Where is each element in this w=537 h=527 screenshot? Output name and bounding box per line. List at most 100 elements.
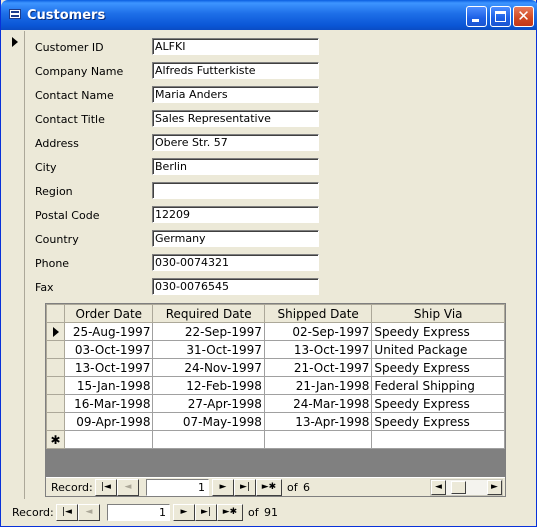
order-date-cell[interactable]: 25-Aug-1997 bbox=[64, 322, 154, 341]
scroll-right-icon: ► bbox=[491, 482, 498, 492]
row-selector[interactable] bbox=[46, 376, 66, 395]
region-field[interactable] bbox=[152, 182, 319, 199]
shipped-date-cell[interactable]: 13-Oct-1997 bbox=[263, 340, 373, 359]
column-header-order-date[interactable]: Order Date bbox=[64, 304, 154, 323]
customer-id-field[interactable]: ALFKI bbox=[152, 38, 319, 55]
scrollbar-thumb[interactable] bbox=[451, 481, 466, 494]
ship-via-cell[interactable]: Speedy Express bbox=[371, 412, 505, 431]
ship-via-cell[interactable]: United Package bbox=[371, 340, 505, 359]
contact-name-label: Contact Name bbox=[35, 89, 114, 102]
shipped-date-cell[interactable]: 02-Sep-1997 bbox=[263, 322, 373, 341]
last-record-icon: ►| bbox=[240, 482, 250, 492]
table-row[interactable]: 03-Oct-1997 31-Oct-1997 13-Oct-1997 Unit… bbox=[46, 340, 505, 359]
new-record-row[interactable]: ✱ bbox=[46, 430, 505, 449]
ship-via-cell[interactable]: Federal Shipping bbox=[371, 376, 505, 395]
orders-subform[interactable]: Order Date Required Date Shipped Date Sh… bbox=[45, 303, 506, 497]
table-row[interactable]: 16-Mar-1998 27-Apr-1998 24-Mar-1998 Spee… bbox=[46, 394, 505, 413]
new-row-selector[interactable]: ✱ bbox=[46, 430, 66, 449]
phone-field[interactable]: 030-0074321 bbox=[152, 254, 319, 271]
contact-title-field[interactable]: Sales Representative bbox=[152, 110, 319, 127]
company-name-field[interactable]: Alfreds Futterkiste bbox=[152, 62, 319, 79]
current-row-arrow-icon bbox=[53, 327, 59, 337]
current-record-arrow-icon bbox=[12, 37, 18, 47]
row-selector[interactable] bbox=[46, 322, 66, 341]
scroll-right-button[interactable]: ► bbox=[487, 480, 502, 495]
main-record-total: 91 bbox=[264, 506, 278, 519]
form-icon[interactable] bbox=[9, 9, 21, 19]
new-ship-via-cell[interactable] bbox=[371, 430, 505, 449]
required-date-cell[interactable]: 31-Oct-1997 bbox=[152, 340, 265, 359]
postal-code-field[interactable]: 12209 bbox=[152, 206, 319, 223]
fax-field[interactable]: 030-0076545 bbox=[152, 278, 319, 295]
row-selector[interactable] bbox=[46, 340, 66, 359]
order-date-cell[interactable]: 13-Oct-1997 bbox=[64, 358, 154, 377]
scroll-left-button[interactable]: ◄ bbox=[431, 480, 446, 495]
required-date-cell[interactable]: 27-Apr-1998 bbox=[152, 394, 265, 413]
required-date-cell[interactable]: 12-Feb-1998 bbox=[152, 376, 265, 395]
main-new-record-button[interactable]: ►✱ bbox=[217, 504, 243, 521]
record-selector[interactable] bbox=[5, 31, 25, 499]
column-header-shipped-date[interactable]: Shipped Date bbox=[263, 304, 373, 323]
subform-last-record-button[interactable]: ►| bbox=[234, 479, 256, 496]
subform-record-label: Record: bbox=[51, 481, 93, 494]
table-row[interactable]: 15-Jan-1998 12-Feb-1998 21-Jan-1998 Fede… bbox=[46, 376, 505, 395]
order-date-cell[interactable]: 15-Jan-1998 bbox=[64, 376, 154, 395]
row-selector[interactable] bbox=[46, 412, 66, 431]
required-date-cell[interactable]: 22-Sep-1997 bbox=[152, 322, 265, 341]
shipped-date-cell[interactable]: 24-Mar-1998 bbox=[263, 394, 373, 413]
subform-first-record-button[interactable]: |◄ bbox=[95, 479, 117, 496]
main-record-number-input[interactable]: 1 bbox=[107, 504, 170, 521]
maximize-button[interactable] bbox=[490, 6, 511, 27]
address-field[interactable]: Obere Str. 57 bbox=[152, 134, 319, 151]
city-field[interactable]: Berlin bbox=[152, 158, 319, 175]
column-header-required-date[interactable]: Required Date bbox=[152, 304, 265, 323]
ship-via-cell[interactable]: Speedy Express bbox=[371, 358, 505, 377]
customers-window: Customers ✕ Customer ID ALFKI Company Na… bbox=[0, 0, 537, 527]
row-selector[interactable] bbox=[46, 394, 66, 413]
subform-of-label: of bbox=[287, 481, 298, 494]
subform-new-record-button[interactable]: ►✱ bbox=[256, 479, 282, 496]
main-navigation-bar: Record: |◄ ◄ 1 ► ►| ►✱ of 91 bbox=[5, 503, 534, 523]
subform-previous-record-button[interactable]: ◄ bbox=[117, 479, 139, 496]
main-record-label: Record: bbox=[12, 506, 54, 519]
first-record-icon: |◄ bbox=[101, 482, 111, 492]
order-date-cell[interactable]: 09-Apr-1998 bbox=[64, 412, 154, 431]
shipped-date-cell[interactable]: 21-Oct-1997 bbox=[263, 358, 373, 377]
new-record-icon: ✱ bbox=[50, 432, 61, 447]
order-date-cell[interactable]: 16-Mar-1998 bbox=[64, 394, 154, 413]
fax-label: Fax bbox=[35, 281, 54, 294]
contact-title-label: Contact Title bbox=[35, 113, 105, 126]
table-row[interactable]: 25-Aug-1997 22-Sep-1997 02-Sep-1997 Spee… bbox=[46, 322, 505, 341]
minimize-button[interactable] bbox=[466, 6, 487, 27]
main-first-record-button[interactable]: |◄ bbox=[56, 504, 78, 521]
new-required-date-cell[interactable] bbox=[152, 430, 265, 449]
phone-label: Phone bbox=[35, 257, 70, 270]
main-previous-record-button[interactable]: ◄ bbox=[78, 504, 100, 521]
shipped-date-cell[interactable]: 13-Apr-1998 bbox=[263, 412, 373, 431]
new-shipped-date-cell[interactable] bbox=[263, 430, 373, 449]
ship-via-cell[interactable]: Speedy Express bbox=[371, 394, 505, 413]
column-header-ship-via[interactable]: Ship Via bbox=[371, 304, 505, 323]
country-field[interactable]: Germany bbox=[152, 230, 319, 247]
main-next-record-button[interactable]: ► bbox=[173, 504, 195, 521]
contact-name-field[interactable]: Maria Anders bbox=[152, 86, 319, 103]
order-date-cell[interactable]: 03-Oct-1997 bbox=[64, 340, 154, 359]
required-date-cell[interactable]: 07-May-1998 bbox=[152, 412, 265, 431]
table-row[interactable]: 13-Oct-1997 24-Nov-1997 21-Oct-1997 Spee… bbox=[46, 358, 505, 377]
subform-next-record-button[interactable]: ► bbox=[212, 479, 234, 496]
close-icon: ✕ bbox=[517, 7, 530, 25]
new-record-nav-icon: ►✱ bbox=[261, 482, 277, 492]
subform-horizontal-scrollbar[interactable]: ◄ ► bbox=[430, 479, 503, 496]
row-selector[interactable] bbox=[46, 358, 66, 377]
select-all-corner[interactable] bbox=[46, 304, 66, 323]
subform-record-number-input[interactable]: 1 bbox=[146, 479, 209, 496]
table-row[interactable]: 09-Apr-1998 07-May-1998 13-Apr-1998 Spee… bbox=[46, 412, 505, 431]
previous-record-icon: ◄ bbox=[85, 507, 93, 517]
new-order-date-cell[interactable] bbox=[64, 430, 154, 449]
main-last-record-button[interactable]: ►| bbox=[195, 504, 217, 521]
close-button[interactable]: ✕ bbox=[513, 6, 534, 27]
required-date-cell[interactable]: 24-Nov-1997 bbox=[152, 358, 265, 377]
shipped-date-cell[interactable]: 21-Jan-1998 bbox=[263, 376, 373, 395]
title-bar[interactable]: Customers ✕ bbox=[1, 0, 537, 30]
ship-via-cell[interactable]: Speedy Express bbox=[371, 322, 505, 341]
